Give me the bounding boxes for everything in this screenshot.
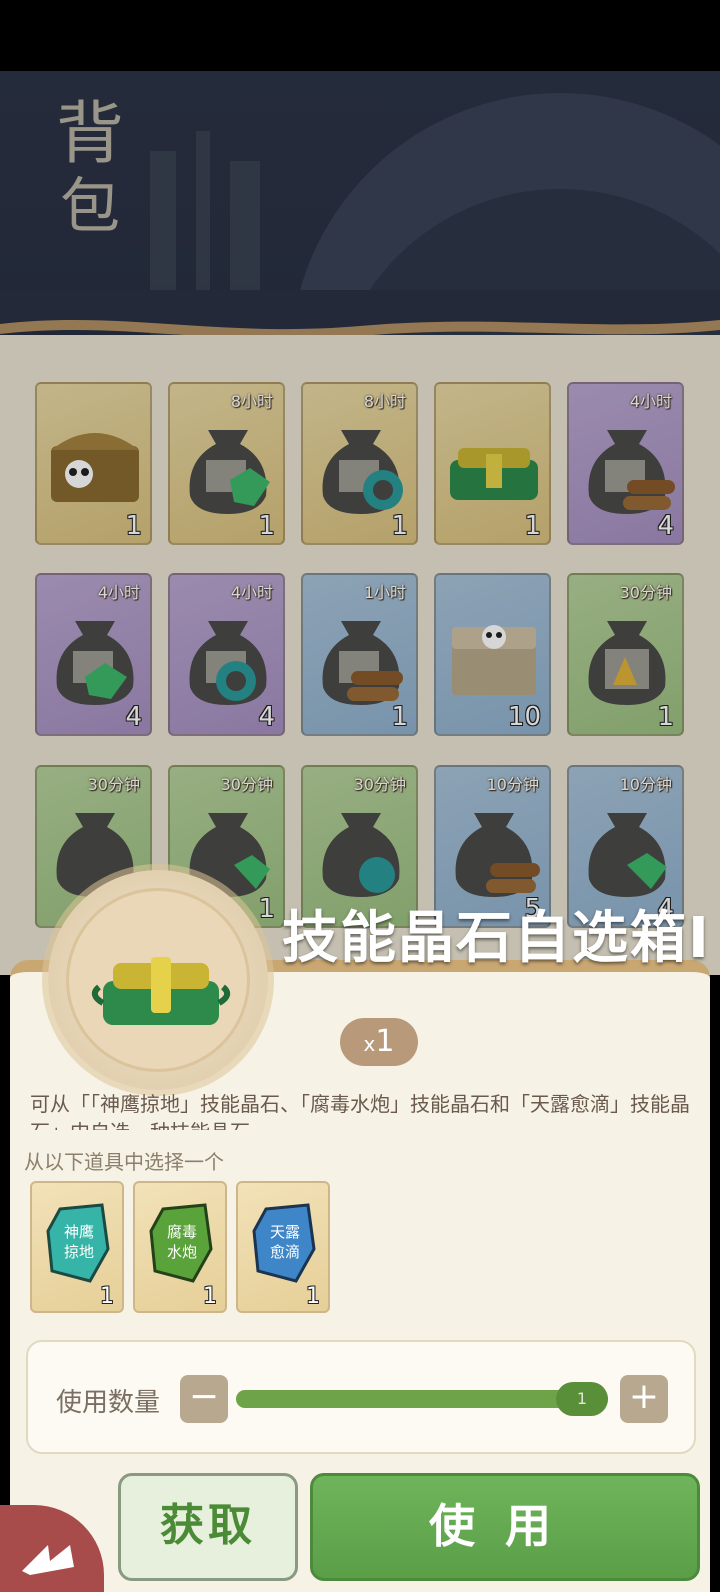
sack-teal-crystal-icon: [322, 430, 403, 514]
inventory-slot[interactable]: 4小时 4: [168, 573, 285, 736]
inventory-slot[interactable]: 8小时 1: [301, 382, 418, 545]
sack-wood-icon: [455, 813, 540, 897]
teal-crystal-icon: 神鹰 掠地: [46, 1203, 110, 1283]
sack-teal-crystal-icon: [322, 813, 400, 897]
item-description: 可从「「神鹰掠地」技能晶石、「腐毒水炮」技能晶石和「天露愈滴」技能晶石」中自选一…: [30, 1092, 690, 1130]
sack-wood-icon: [588, 430, 675, 514]
svg-text:神鹰: 神鹰: [64, 1223, 94, 1241]
inventory-slot[interactable]: 10: [434, 573, 551, 736]
sack-green-crystal-icon: [56, 621, 134, 705]
panda-chest-icon: [51, 433, 139, 502]
sack-teal-crystal-icon: [189, 621, 267, 705]
inventory-slot[interactable]: 8小时 1: [168, 382, 285, 545]
blue-crystal-icon: 天露 愈滴: [252, 1203, 316, 1283]
jade-chest-icon: [91, 957, 231, 1025]
inventory-slot[interactable]: 4小时 4: [35, 573, 152, 736]
option-skill-crystal-eagle[interactable]: 神鹰 掠地 1: [30, 1181, 124, 1313]
green-crystal-icon: 腐毒 水炮: [149, 1203, 213, 1283]
svg-text:掠地: 掠地: [64, 1243, 94, 1261]
app-logo[interactable]: [0, 1505, 104, 1592]
count-slider-track[interactable]: [236, 1390, 608, 1408]
inventory-slot[interactable]: 4小时 4: [567, 382, 684, 545]
get-button[interactable]: 获取: [118, 1473, 298, 1581]
inventory-slot[interactable]: 1: [35, 382, 152, 545]
use-count-label: 使用数量: [56, 1388, 161, 1418]
sack-green-crystal-icon: [189, 430, 270, 514]
status-bar: [0, 0, 720, 71]
owned-qty-badge: x1: [340, 1018, 418, 1066]
choose-label: 从以下道具中选择一个: [24, 1150, 224, 1174]
increment-button[interactable]: +: [620, 1375, 668, 1423]
logo-icon: [22, 1545, 74, 1575]
svg-text:腐毒: 腐毒: [167, 1223, 197, 1241]
sack-wood-icon: [322, 621, 403, 705]
inventory-slot[interactable]: 1: [434, 382, 551, 545]
inventory-slot[interactable]: 1小时 1: [301, 573, 418, 736]
svg-text:愈滴: 愈滴: [270, 1243, 300, 1261]
item-medallion: [48, 870, 268, 1090]
jade-chest-icon: [450, 448, 538, 500]
sack-gold-icon: [588, 621, 666, 705]
panda-crate-icon: [452, 625, 536, 695]
use-button[interactable]: 使用: [310, 1473, 700, 1581]
use-count-box: 使用数量 − 1 +: [26, 1340, 696, 1454]
count-slider-knob[interactable]: 1: [556, 1382, 608, 1416]
item-name-title: 技能晶石自选箱I: [282, 906, 711, 971]
svg-text:水炮: 水炮: [167, 1243, 197, 1261]
decrement-button[interactable]: −: [180, 1375, 228, 1423]
inventory-slot[interactable]: 30分钟 1: [567, 573, 684, 736]
sack-green-crystal-icon: [588, 813, 667, 897]
svg-text:天露: 天露: [270, 1223, 300, 1241]
page-title: 背 包: [55, 95, 124, 242]
option-skill-crystal-dew[interactable]: 天露 愈滴 1: [236, 1181, 330, 1313]
option-skill-crystal-poison[interactable]: 腐毒 水炮 1: [133, 1181, 227, 1313]
